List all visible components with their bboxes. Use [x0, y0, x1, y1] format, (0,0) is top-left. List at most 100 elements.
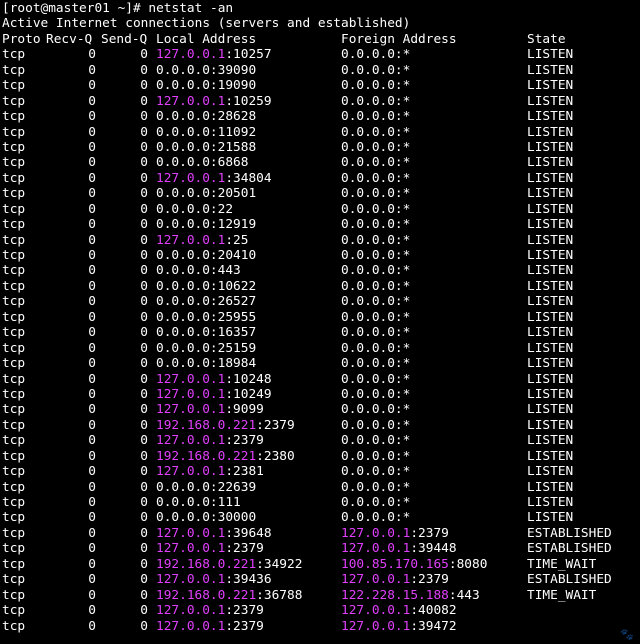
table-row: tcp 0 0 0.0.0.0:39090 0.0.0.0:* LISTEN [0, 63, 640, 78]
row-foreign-port: 0.0.0.0:* [341, 371, 411, 387]
row-local-ip: 127.0.0.1 [156, 541, 226, 557]
row-local-port: 0.0.0.0:20501 [156, 186, 257, 202]
row-foreign-address: 122.228.15.188:443 [341, 588, 480, 603]
row-local-address: 0.0.0.0:18984 [156, 356, 256, 371]
row-foreign-port: 0.0.0.0:* [341, 170, 411, 186]
row-sendq: 0 [140, 510, 148, 526]
row-local-address: 127.0.0.1:2379 [156, 619, 264, 634]
row-local-address: 192.168.0.221:36788 [156, 588, 302, 603]
table-row: tcp 0 0 127.0.0.1:2379 127.0.0.1:40082 [0, 603, 640, 618]
row-state: LISTEN [527, 309, 574, 325]
row-foreign-address: 0.0.0.0:* [341, 495, 410, 510]
table-row: tcp 0 0 127.0.0.1:10248 0.0.0.0:* LISTEN [0, 372, 640, 387]
row-foreign-port: 0.0.0.0:* [341, 186, 411, 202]
table-row: tcp 0 0 127.0.0.1:2379 0.0.0.0:* LISTEN [0, 433, 640, 448]
row-sendq: 0 [140, 248, 148, 263]
table-row: tcp 0 0 0.0.0.0:12919 0.0.0.0:* LISTEN [0, 217, 640, 232]
row-foreign-port: 0.0.0.0:* [341, 325, 411, 341]
table-row: tcp 0 0 127.0.0.1:34804 0.0.0.0:* LISTEN [0, 171, 640, 186]
row-local-address: 192.168.0.221:2379 [156, 418, 295, 433]
row-state: LISTEN [527, 448, 574, 464]
row-local-address: 127.0.0.1:39436 [156, 572, 272, 587]
row-local-port: 0.0.0.0:22639 [156, 479, 257, 495]
row-local-ip: 127.0.0.1 [156, 402, 226, 418]
row-foreign-address: 0.0.0.0:* [341, 510, 410, 525]
row-state: LISTEN [527, 371, 574, 387]
row-local-port: :34922 [256, 556, 303, 572]
row-foreign-address: 0.0.0.0:* [341, 402, 410, 417]
row-foreign-address: 0.0.0.0:* [341, 372, 410, 387]
row-local-address: 0.0.0.0:11092 [156, 125, 256, 140]
row-state: LISTEN [527, 356, 574, 372]
row-foreign-address: 0.0.0.0:* [341, 279, 410, 294]
table-row: tcp 0 0 0.0.0.0:30000 0.0.0.0:* LISTEN [0, 510, 640, 525]
terminal-window[interactable]: [root@master01 ~]# netstat -an Active In… [0, 0, 640, 644]
row-local-address: 127.0.0.1:2379 [156, 541, 264, 556]
row-state: LISTEN [527, 186, 574, 202]
connection-list: tcp 0 0 127.0.0.1:10257 0.0.0.0:* LISTEN tcp 0 0… [0, 47, 640, 634]
row-sendq: 0 [140, 464, 148, 480]
row-foreign-port: 0.0.0.0:* [341, 124, 411, 140]
row-sendq: 0 [140, 278, 148, 294]
row-state: LISTEN [527, 464, 574, 480]
row-foreign-address: 0.0.0.0:* [341, 217, 410, 232]
row-foreign-address: 0.0.0.0:* [341, 140, 410, 155]
row-state: LISTEN [527, 402, 574, 418]
row-local-port: :10257 [225, 47, 272, 63]
row-foreign-address: 0.0.0.0:* [341, 325, 410, 340]
row-sendq: 0 [140, 417, 148, 433]
row-state: LISTEN [527, 62, 574, 78]
row-sendq: 0 [140, 217, 148, 233]
row-foreign-ip: 127.0.0.1 [341, 541, 411, 557]
row-sendq: 0 [140, 356, 148, 372]
row-local-address: 0.0.0.0:28628 [156, 109, 256, 124]
row-state: ESTABLISHED [527, 572, 612, 588]
row-foreign-address: 0.0.0.0:* [341, 464, 410, 479]
table-row: tcp 0 0 192.168.0.221:2379 0.0.0.0:* LISTEN [0, 418, 640, 433]
row-local-address: 127.0.0.1:10259 [156, 94, 272, 109]
row-state: LISTEN [527, 479, 574, 495]
row-local-port: :9099 [225, 402, 264, 418]
row-foreign-address: 0.0.0.0:* [341, 78, 410, 93]
row-foreign-port: 0.0.0.0:* [341, 155, 411, 171]
row-foreign-port: :8080 [448, 556, 488, 572]
row-local-address: 127.0.0.1:25 [156, 233, 248, 248]
row-foreign-ip: 127.0.0.1 [341, 618, 411, 634]
row-local-port: :34804 [225, 170, 272, 186]
row-sendq: 0 [140, 618, 148, 634]
row-local-ip: 192.168.0.221 [156, 556, 257, 572]
header-state: State [527, 31, 566, 47]
row-foreign-port: 0.0.0.0:* [341, 139, 411, 155]
row-local-port: 0.0.0.0:20410 [156, 248, 257, 263]
row-sendq: 0 [140, 495, 148, 510]
row-state: LISTEN [527, 47, 574, 63]
table-row: tcp 0 0 192.168.0.221:34922 100.85.170.165:8… [0, 557, 640, 572]
table-row: tcp 0 0 0.0.0.0:20501 0.0.0.0:* LISTEN [0, 186, 640, 201]
row-foreign-address: 0.0.0.0:* [341, 155, 410, 170]
row-sendq: 0 [140, 556, 148, 572]
row-local-address: 0.0.0.0:22 [156, 202, 233, 217]
row-foreign-port: 0.0.0.0:* [341, 62, 411, 78]
row-local-port: 0.0.0.0:21588 [156, 139, 257, 155]
row-state: LISTEN [527, 510, 574, 526]
row-local-address: 0.0.0.0:10622 [156, 279, 256, 294]
row-foreign-port: 0.0.0.0:* [341, 109, 411, 125]
row-foreign-ip: 127.0.0.1 [341, 525, 411, 541]
row-local-address: 127.0.0.1:10248 [156, 372, 272, 387]
command-prompt: [root@master01 ~]# netstat -an [2, 1, 234, 16]
row-foreign-address: 127.0.0.1:39448 [341, 541, 457, 556]
row-local-ip: 192.168.0.221 [156, 417, 257, 433]
table-row: tcp 0 0 192.168.0.221:36788 122.228.15.188:4… [0, 588, 640, 603]
row-sendq: 0 [140, 109, 148, 125]
row-foreign-ip: 122.228.15.188 [341, 587, 449, 603]
row-local-address: 192.168.0.221:2380 [156, 449, 295, 464]
row-local-address: 127.0.0.1:2381 [156, 464, 264, 479]
row-foreign-address: 0.0.0.0:* [341, 418, 410, 433]
row-local-port: :39648 [225, 525, 272, 541]
row-state: LISTEN [527, 124, 574, 140]
row-foreign-port: 0.0.0.0:* [341, 479, 411, 495]
table-row: tcp 0 0 0.0.0.0:26527 0.0.0.0:* LISTEN [0, 294, 640, 309]
row-foreign-port: 0.0.0.0:* [341, 433, 411, 449]
row-foreign-address: 0.0.0.0:* [341, 356, 410, 371]
row-sendq: 0 [140, 93, 148, 109]
